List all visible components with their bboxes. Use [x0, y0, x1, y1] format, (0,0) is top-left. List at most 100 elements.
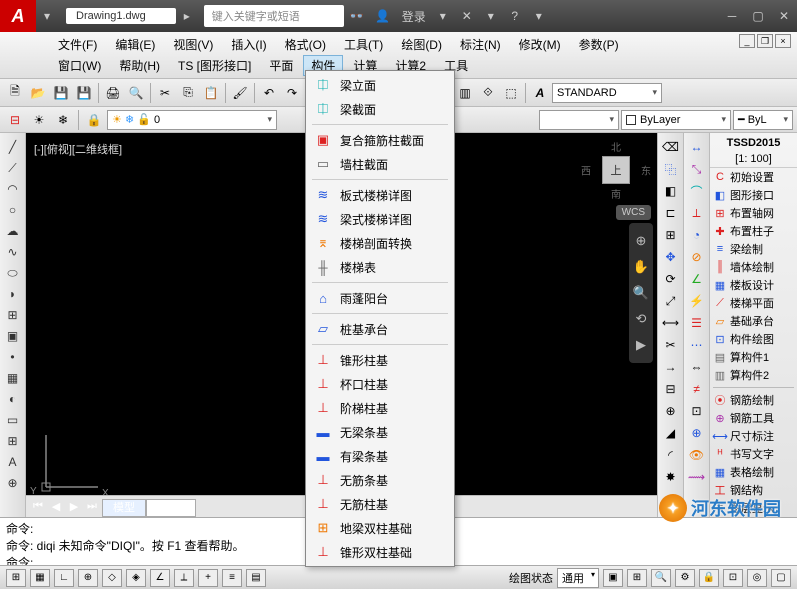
dim-ordinate-tool[interactable]: ⟂ [687, 203, 707, 223]
paste-button[interactable]: 📋 [200, 82, 222, 104]
layer-combo[interactable]: ☀ ❄ 🔓 0 [107, 110, 277, 130]
tssd-item[interactable]: ▦表格绘制 [710, 463, 797, 481]
break-tool[interactable]: ⊟ [661, 379, 681, 399]
explode-tool[interactable]: ✸ [661, 467, 681, 487]
tssd-item[interactable]: ▦楼板设计 [710, 276, 797, 294]
dropdown-item[interactable]: ⊥杯口柱基 [308, 372, 452, 396]
lock-toggle[interactable]: 🔒 [699, 569, 719, 587]
layer-lock-icon[interactable]: 🔒 [83, 109, 105, 131]
redo-button[interactable]: ↷ [281, 82, 303, 104]
new-button[interactable]: 🗎 [4, 82, 26, 104]
tssd-item[interactable]: ▥算构件2 [710, 366, 797, 384]
dropdown-item[interactable]: ▬无梁条基 [308, 420, 452, 444]
doc-close-button[interactable]: × [775, 34, 791, 48]
linetype-combo-a[interactable] [539, 110, 619, 130]
textstyle-combo[interactable]: STANDARD [552, 83, 662, 103]
ortho-toggle[interactable]: ∟ [54, 569, 74, 587]
tab-first-icon[interactable]: ⏮ [30, 499, 46, 515]
nav-pan-icon[interactable]: ✋ [631, 255, 651, 279]
dropdown-item[interactable]: ⊥无筋条基 [308, 468, 452, 492]
menu-item[interactable]: 格式(O) [277, 34, 334, 55]
move-tool[interactable]: ✥ [661, 247, 681, 267]
dyn-toggle[interactable]: + [198, 569, 218, 587]
color-combo[interactable]: ByLayer [621, 110, 731, 130]
nav-orbit-icon[interactable]: ⟲ [631, 307, 651, 331]
menu-item[interactable]: 文件(F) [50, 34, 105, 55]
binoculars-icon[interactable]: 👓 [344, 5, 370, 27]
erase-tool[interactable]: ⌫ [661, 137, 681, 157]
tool-e-button[interactable]: ▥ [454, 82, 476, 104]
menu-item[interactable]: 帮助(H) [111, 55, 168, 76]
tpy-toggle[interactable]: ▤ [246, 569, 266, 587]
polar-toggle[interactable]: ⊕ [78, 569, 98, 587]
title-dropdown-icon[interactable]: ▸ [176, 5, 198, 27]
dropdown-item[interactable]: ⊥无筋柱基 [308, 492, 452, 516]
menu-item[interactable]: TS [图形接口] [170, 55, 259, 76]
osnap-toggle[interactable]: ◇ [102, 569, 122, 587]
dropdown-item[interactable]: ╫楼梯表 [308, 255, 452, 279]
dropdown-item[interactable]: ⊥阶梯柱基 [308, 396, 452, 420]
spline-tool[interactable]: ∿ [3, 242, 23, 262]
tssd-item[interactable]: ⊞布置轴网 [710, 204, 797, 222]
tssd-item[interactable]: ✚布置柱子 [710, 222, 797, 240]
dim-aligned-tool[interactable]: ⤡ [687, 159, 707, 179]
dim-quick-tool[interactable]: ⚡ [687, 291, 707, 311]
dim-break-tool[interactable]: ≠ [687, 379, 707, 399]
dropdown-item[interactable]: ▭墙柱截面 [308, 152, 452, 176]
help-icon[interactable]: ? [502, 5, 528, 27]
dropdown-item[interactable]: ▬有梁条基 [308, 444, 452, 468]
undo-button[interactable]: ↶ [258, 82, 280, 104]
tssd-item[interactable]: ◧图形接口 [710, 186, 797, 204]
menu-item[interactable]: 标注(N) [452, 34, 509, 55]
menu-item[interactable]: 窗口(W) [50, 55, 109, 76]
model-toggle[interactable]: ▣ [603, 569, 623, 587]
maximize-button[interactable]: ▢ [745, 5, 771, 27]
wcs-badge[interactable]: WCS [616, 205, 651, 220]
login-dropdown-icon[interactable]: ▾ [432, 5, 454, 27]
quickview-toggle[interactable]: ⊞ [627, 569, 647, 587]
tssd-item[interactable]: ⟋楼梯平面 [710, 294, 797, 312]
dim-continue-tool[interactable]: ⋯ [687, 335, 707, 355]
ellipse-tool[interactable]: ⬭ [3, 263, 23, 283]
pline-tool[interactable]: ⟋ [3, 158, 23, 178]
table-tool[interactable]: ⊞ [3, 431, 23, 451]
menu-item[interactable]: 修改(M) [511, 34, 569, 55]
menu-item[interactable]: 绘图(D) [393, 34, 450, 55]
cut-button[interactable]: ✂ [154, 82, 176, 104]
tssd-item[interactable]: ⟷尺寸标注 [710, 427, 797, 445]
ducs-toggle[interactable]: ⟂ [174, 569, 194, 587]
annoscale-toggle[interactable]: 🔍 [651, 569, 671, 587]
revcloud-tool[interactable]: ☁ [3, 221, 23, 241]
open-button[interactable]: 📂 [27, 82, 49, 104]
minimize-button[interactable]: ─ [719, 5, 745, 27]
app-logo[interactable]: A [0, 0, 36, 32]
tssd-item[interactable]: ⊡构件绘图 [710, 330, 797, 348]
ellipsearc-tool[interactable]: ◗ [3, 284, 23, 304]
login-button[interactable]: 登录 [396, 8, 432, 25]
tssd-item[interactable]: ⊕钢筋工具 [710, 409, 797, 427]
extend-tool[interactable]: → [661, 357, 681, 377]
dropdown-item[interactable]: ⎅梁截面 [308, 97, 452, 121]
nav-zoom-icon[interactable]: 🔍 [631, 281, 651, 305]
tssd-item[interactable]: ≡图层显示 [710, 499, 797, 517]
region-tool[interactable]: ▭ [3, 410, 23, 430]
tssd-item[interactable]: ▱基础承台 [710, 312, 797, 330]
layer-sun-icon[interactable]: ☀ [28, 109, 50, 131]
fillet-tool[interactable]: ◜ [661, 445, 681, 465]
snap-toggle[interactable]: ⊞ [6, 569, 26, 587]
trim-tool[interactable]: ✂ [661, 335, 681, 355]
dropdown-item[interactable]: ⌆楼梯剖面转换 [308, 231, 452, 255]
menu-item[interactable]: 插入(I) [223, 34, 274, 55]
stretch-tool[interactable]: ⟷ [661, 313, 681, 333]
tssd-item[interactable]: ᴴ书写文字 [710, 445, 797, 463]
dropdown-item[interactable]: ⌂雨蓬阳台 [308, 286, 452, 310]
tssd-item[interactable]: C初始设置 [710, 168, 797, 186]
match-button[interactable]: 🖌 [229, 82, 251, 104]
3dosnap-toggle[interactable]: ◈ [126, 569, 146, 587]
gradient-tool[interactable]: ◐ [3, 389, 23, 409]
menu-item[interactable]: 工具(T) [336, 34, 391, 55]
doc-minimize-button[interactable]: _ [739, 34, 755, 48]
layout-tab[interactable]: 模型 [102, 499, 146, 517]
search-input[interactable]: 键入关键字或短语 [204, 5, 344, 27]
viewcube-top[interactable]: 上 [602, 156, 630, 184]
